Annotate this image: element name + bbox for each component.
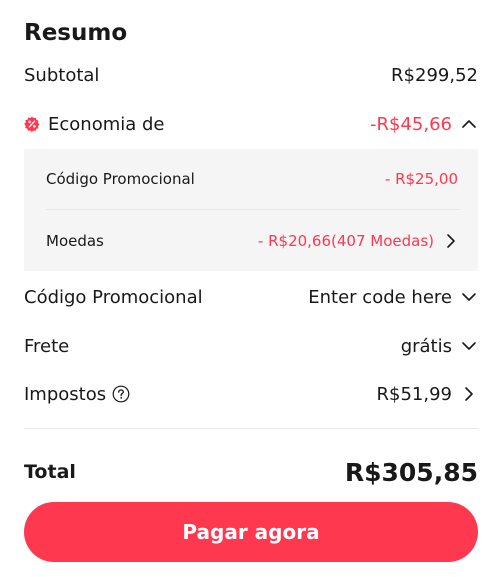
savings-value: -R$45,66	[370, 113, 452, 135]
coins-label: Moedas	[46, 232, 104, 250]
subtotal-row: Subtotal R$299,52	[24, 60, 478, 90]
promo-code-label: Código Promocional	[24, 286, 203, 308]
help-circle-icon[interactable]	[112, 385, 130, 403]
savings-breakdown-panel: Código Promocional - R$25,00 Moedas - R$…	[24, 149, 478, 271]
pay-now-button[interactable]: Pagar agora	[24, 502, 478, 562]
taxes-value-group[interactable]: R$51,99	[377, 384, 479, 405]
promo-discount-label: Código Promocional	[46, 170, 195, 188]
savings-label-group: Economia de	[24, 114, 165, 135]
total-label: Total	[24, 461, 76, 483]
discount-badge-icon	[24, 116, 40, 132]
savings-value-group: -R$45,66	[370, 114, 478, 135]
chevron-down-icon[interactable]	[460, 288, 478, 306]
taxes-label-group: Impostos	[24, 384, 130, 405]
savings-row[interactable]: Economia de -R$45,66	[24, 109, 478, 139]
promo-discount-value: - R$25,00	[384, 170, 458, 188]
chevron-up-icon[interactable]	[460, 115, 478, 133]
chevron-right-icon[interactable]	[442, 232, 460, 250]
subtotal-value: R$299,52	[391, 64, 478, 86]
promo-code-input-group[interactable]: Enter code here	[308, 287, 478, 308]
promo-code-row[interactable]: Código Promocional Enter code here	[24, 282, 478, 312]
subtotal-label: Subtotal	[24, 64, 100, 86]
chevron-right-icon[interactable]	[460, 385, 478, 403]
summary-divider	[24, 428, 478, 429]
summary-title: Resumo	[24, 20, 128, 46]
shipping-value-group[interactable]: grátis	[401, 336, 478, 357]
savings-label: Economia de	[48, 113, 165, 135]
promo-discount-row: Código Promocional - R$25,00	[46, 164, 460, 194]
coins-row[interactable]: Moedas - R$20,66(407 Moedas)	[46, 226, 460, 256]
taxes-label: Impostos	[24, 383, 107, 405]
chevron-down-icon[interactable]	[460, 337, 478, 355]
shipping-value: grátis	[400, 335, 452, 357]
total-value: R$305,85	[344, 457, 478, 487]
total-row: Total R$305,85	[24, 452, 478, 492]
promo-code-input[interactable]: Enter code here	[308, 287, 452, 308]
shipping-label: Frete	[24, 335, 70, 357]
breakdown-divider	[46, 209, 460, 210]
coins-value-group: - R$20,66(407 Moedas)	[258, 232, 460, 250]
taxes-row[interactable]: Impostos R$51,99	[24, 379, 478, 409]
shipping-row[interactable]: Frete grátis	[24, 331, 478, 361]
coins-value: - R$20,66(407 Moedas)	[257, 232, 434, 250]
taxes-value: R$51,99	[376, 383, 453, 405]
order-summary: Resumo Subtotal R$299,52 Economia de -R$…	[24, 0, 478, 577]
